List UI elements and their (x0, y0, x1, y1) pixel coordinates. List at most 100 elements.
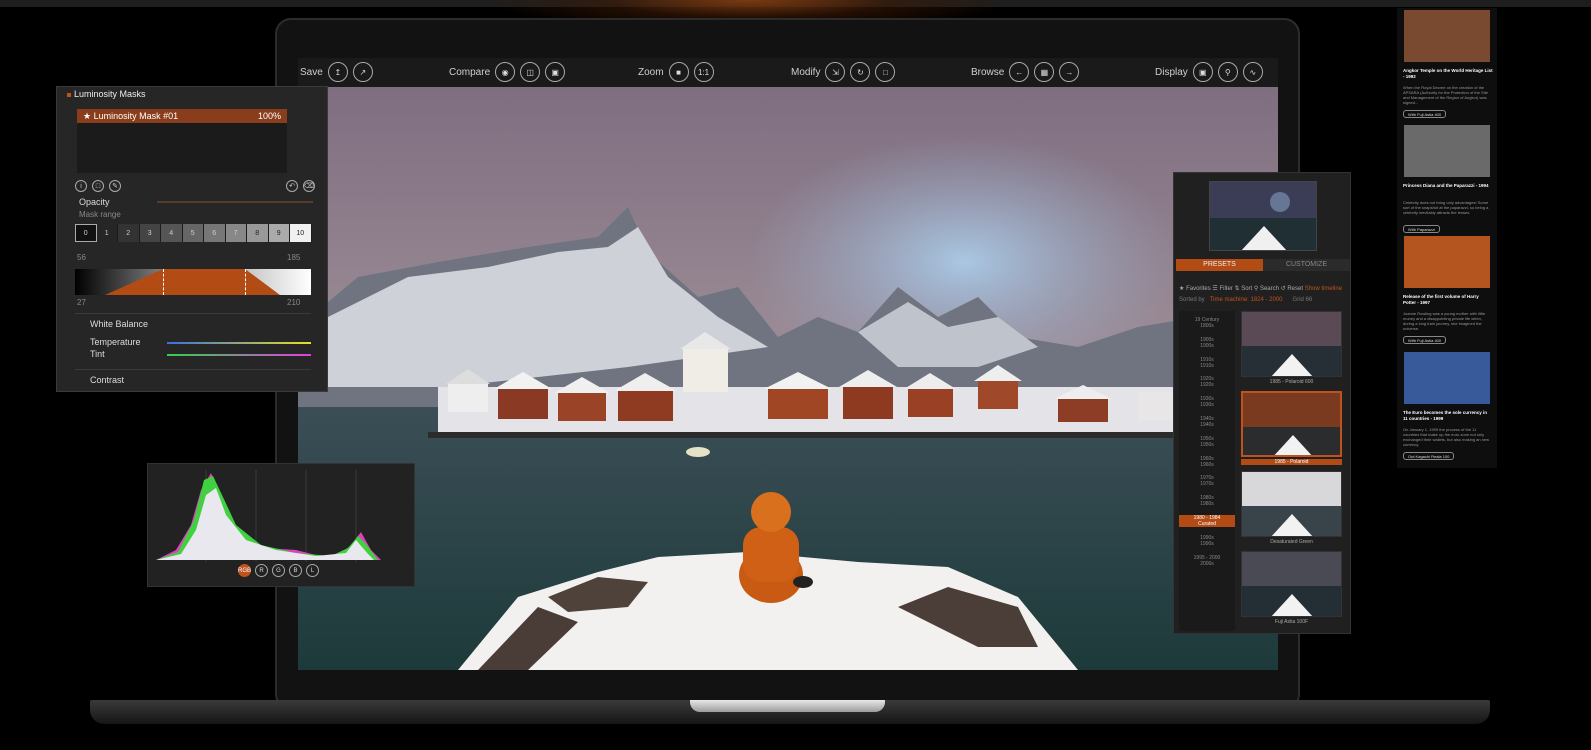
timeline-item[interactable]: 1970s 1970s (1179, 475, 1235, 487)
high-value[interactable]: 185 (287, 253, 300, 262)
news-text: When the Royal Decree on the creation of… (1403, 85, 1488, 105)
modify-label: Modify (791, 66, 821, 78)
split-view-icon[interactable]: ◫ (520, 62, 541, 82)
channel-button-b[interactable]: B (289, 564, 302, 577)
news-image[interactable] (1404, 236, 1490, 288)
news-image[interactable] (1404, 10, 1490, 62)
tab-customize[interactable]: CUSTOMIZE (1263, 259, 1350, 271)
timeline-item[interactable]: 1910s 1910s (1179, 357, 1235, 369)
modify-group: Modify ⇲ ↻ □ (791, 62, 896, 82)
timeline-item[interactable]: 1980 - 1984 Curated (1179, 515, 1235, 527)
channel-button-l[interactable]: L (306, 564, 319, 577)
low-value[interactable]: 56 (77, 253, 86, 262)
mask-range-step[interactable]: 1 (96, 224, 118, 242)
timeline-range[interactable]: Time machine: 1824 - 2000 (1210, 297, 1283, 303)
search-button[interactable]: Search (1260, 286, 1279, 292)
timeline-item[interactable]: 1950s 1950s (1179, 436, 1235, 448)
tint-label: Tint (90, 349, 105, 359)
info-icon[interactable]: i (75, 180, 87, 192)
mask-range-selector[interactable]: 0 1 2 3 4 5 6 7 8 9 10 (75, 224, 312, 242)
trash-icon[interactable]: ⌫ (303, 180, 315, 192)
timeline-item[interactable]: 1930s 1930s (1179, 396, 1235, 408)
mask-range-step[interactable]: 5 (182, 224, 204, 242)
opacity-slider[interactable] (157, 201, 313, 203)
news-button[interactable]: With Paparazzi (1403, 225, 1440, 233)
show-timeline-toggle[interactable]: Show timeline (1305, 286, 1342, 292)
monitor-icon[interactable]: ▣ (1192, 62, 1213, 82)
preset-thumbnail[interactable] (1241, 471, 1342, 537)
timeline-item[interactable]: 1920s 1920s (1179, 376, 1235, 388)
news-button[interactable]: With Fuji Astia 400 (1403, 336, 1447, 344)
previous-arrow-icon[interactable]: ← (1009, 62, 1030, 82)
news-button[interactable]: Out Kagachi Reala 100 (1403, 452, 1455, 460)
news-title[interactable]: Release of the first volume of Harry Pot… (1403, 294, 1493, 306)
timeline-item[interactable]: 1940s 1940s (1179, 416, 1235, 428)
timeline-item[interactable]: 1995 - 2000 2000s (1179, 555, 1235, 567)
temperature-slider[interactable] (167, 342, 311, 344)
channel-button-rgb[interactable]: RGB (238, 564, 251, 577)
save-icon[interactable]: ↥ (327, 62, 348, 82)
tint-slider[interactable] (167, 354, 311, 356)
news-title[interactable]: The Euro becomes the sole currency in 11… (1403, 410, 1493, 422)
low-bottom-value[interactable]: 27 (77, 298, 86, 307)
luminosity-range-graph[interactable] (75, 269, 311, 295)
sort-button[interactable]: Sort (1241, 286, 1252, 292)
mask-range-step[interactable]: 8 (247, 224, 269, 242)
preset-caption: 1985 - Polaroid (1241, 459, 1342, 465)
filter-button[interactable]: Filter (1219, 286, 1232, 292)
timeline-sub: 2000s (1200, 560, 1214, 567)
eye-icon[interactable]: ◉ (495, 62, 516, 82)
timeline-item[interactable]: 1960s 1960s (1179, 456, 1235, 468)
export-icon[interactable]: ↗ (352, 62, 373, 82)
mask-range-step[interactable]: 9 (268, 224, 290, 242)
timeline-item[interactable]: 1980s 1980s (1179, 495, 1235, 507)
mask-range-step[interactable]: 6 (204, 224, 226, 242)
channel-button-g[interactable]: G (272, 564, 285, 577)
timeline-item[interactable]: 1990s 1990s (1179, 535, 1235, 547)
mask-range-step[interactable]: 4 (161, 224, 183, 242)
news-title[interactable]: Princess Diana and the Paparazzi - 1994 (1403, 183, 1493, 189)
high-handle[interactable] (245, 269, 246, 295)
mask-row-selected[interactable]: ★ Luminosity Mask #01 100% (77, 109, 287, 123)
save-group: Save ↥ ↗ (300, 62, 373, 82)
timeline-item[interactable]: 19 Century 1800s (1179, 317, 1235, 329)
contrast-label: Contrast (90, 375, 125, 385)
rotate-icon[interactable]: ↻ (850, 62, 871, 82)
reset-button[interactable]: Reset (1287, 286, 1303, 292)
compare-side-icon[interactable]: ▣ (545, 62, 566, 82)
news-image[interactable] (1404, 352, 1490, 404)
preset-thumbnail[interactable] (1241, 391, 1342, 457)
histogram-icon[interactable]: ∿ (1242, 62, 1263, 82)
news-button[interactable]: With Fuji Astia 400 (1403, 110, 1447, 118)
crop-icon[interactable]: ⇲ (825, 62, 846, 82)
browse-group: Browse ← ▦ → (971, 62, 1080, 82)
grid-icon[interactable]: ▦ (1034, 62, 1055, 82)
loupe-icon[interactable]: ⚲ (1217, 62, 1238, 82)
next-arrow-icon[interactable]: → (1059, 62, 1080, 82)
channel-button-r[interactable]: R (255, 564, 268, 577)
transform-icon[interactable]: □ (875, 62, 896, 82)
news-title[interactable]: Angkor Temple on the World Heritage List… (1403, 68, 1493, 80)
mask-name: Luminosity Mask #01 (93, 111, 179, 121)
mask-range-step[interactable]: 3 (139, 224, 161, 242)
histogram-graph (156, 470, 381, 562)
preset-thumbnail[interactable] (1241, 551, 1342, 617)
mask-range-step[interactable]: 7 (225, 224, 247, 242)
timeline-sub: 1900s (1200, 342, 1214, 349)
preset-thumbnail[interactable] (1241, 311, 1342, 377)
duplicate-icon[interactable]: □ (92, 180, 104, 192)
tab-presets[interactable]: PRESETS (1176, 259, 1263, 271)
zoom-1-1-button[interactable]: 1:1 (693, 62, 714, 82)
timeline-item[interactable]: 1900s 1900s (1179, 337, 1235, 349)
favorites-filter[interactable]: Favorites (1186, 286, 1211, 292)
mask-range-step[interactable]: 2 (118, 224, 140, 242)
undo-icon[interactable]: ↶ (286, 180, 298, 192)
low-handle[interactable] (163, 269, 164, 295)
mask-range-step[interactable]: 10 (290, 224, 312, 242)
mask-range-step[interactable]: 0 (75, 224, 97, 242)
edit-icon[interactable]: ✎ (109, 180, 121, 192)
news-image[interactable] (1404, 125, 1490, 177)
preset-caption: Fuji Astia 100F (1274, 619, 1309, 625)
fit-icon[interactable]: ■ (668, 62, 689, 82)
high-bottom-value[interactable]: 210 (287, 298, 300, 307)
